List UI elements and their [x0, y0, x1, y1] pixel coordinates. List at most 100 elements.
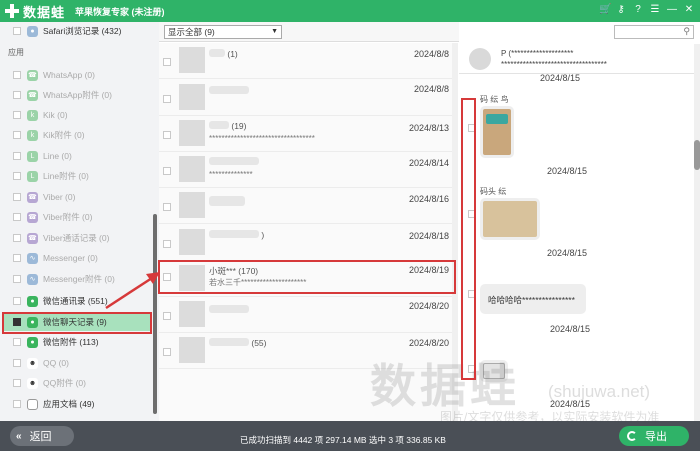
safari-icon: ●: [27, 25, 38, 37]
checkbox[interactable]: [163, 203, 171, 211]
title-bar: 数据蛙 苹果恢复专家 (未注册) 🛒 ⚷ ? ☰ — ✕: [0, 0, 700, 22]
checkbox[interactable]: [13, 71, 21, 79]
bottom-bar: « 返回 已成功扫描到 4442 项 297.14 MB 选中 3 项 336.…: [0, 421, 700, 451]
search-icon: ⚲: [683, 26, 690, 36]
sidebar-item-viber-attachments[interactable]: ☎ Viber附件 (0): [0, 208, 153, 226]
list-item[interactable]: 2024/8/20: [159, 297, 452, 333]
logo-plus-icon: [4, 3, 20, 19]
highlight-message-checkboxes: [461, 98, 476, 380]
search-input[interactable]: ⚲: [614, 25, 694, 39]
checkbox[interactable]: [13, 213, 21, 221]
image-message[interactable]: [480, 106, 514, 158]
checkbox[interactable]: [13, 359, 21, 367]
sidebar-item-wechat-attachments[interactable]: ● 微信附件 (113): [0, 333, 153, 351]
checkbox[interactable]: [163, 131, 171, 139]
whatsapp-icon: ☎: [27, 89, 38, 101]
avatar: [179, 229, 205, 255]
sidebar-item-qq-attachments[interactable]: ☻ QQ附件 (0): [0, 374, 153, 392]
sidebar-item-viber-calls[interactable]: ☎ Viber通话记录 (0): [0, 229, 153, 247]
avatar: [469, 48, 491, 70]
list-item[interactable]: (1) 2024/8/8: [159, 43, 452, 79]
checkbox[interactable]: [13, 338, 21, 346]
chat-scrollbar[interactable]: [694, 44, 700, 421]
line-icon: L: [27, 170, 38, 182]
whatsapp-icon: ☎: [27, 69, 38, 81]
sidebar-item-app-documents[interactable]: 应用文档 (49): [0, 395, 153, 413]
list-item[interactable]: 2024/8/16: [159, 188, 452, 224]
back-button[interactable]: « 返回: [10, 426, 74, 446]
menu-icon[interactable]: ☰: [650, 3, 660, 17]
text-message[interactable]: 哈哈哈哈****************: [480, 284, 586, 314]
checkbox[interactable]: [13, 172, 21, 180]
chat-header: P (******************** ****************…: [459, 44, 695, 74]
chat-scrollbar-thumb[interactable]: [694, 140, 700, 170]
checkbox[interactable]: [13, 275, 21, 283]
wechat-icon: ●: [27, 336, 38, 348]
export-icon: [627, 431, 637, 441]
sidebar-item-whatsapp-attachments[interactable]: ☎ WhatsApp附件 (0): [0, 86, 153, 104]
sidebar-item-line[interactable]: L Line (0): [0, 147, 153, 165]
sidebar-item-viber[interactable]: ☎ Viber (0): [0, 188, 153, 206]
checkbox[interactable]: [13, 152, 21, 160]
sidebar-item-kik[interactable]: k Kik (0): [0, 106, 153, 124]
sender-name: 码 纭 鸟: [480, 95, 509, 104]
sidebar-item-kik-attachments[interactable]: k Kik附件 (0): [0, 126, 153, 144]
checkbox[interactable]: [13, 193, 21, 201]
checkbox[interactable]: [13, 234, 21, 242]
avatar: [179, 156, 205, 182]
viber-icon: ☎: [27, 232, 38, 244]
message-date: 2024/8/15: [547, 166, 588, 176]
checkbox[interactable]: [13, 131, 21, 139]
export-button[interactable]: 导出: [619, 426, 689, 446]
section-label-apps: 应用: [8, 48, 24, 57]
messenger-icon: ∿: [27, 252, 38, 264]
checkbox[interactable]: [163, 240, 171, 248]
double-chevron-left-icon: «: [16, 430, 22, 442]
avatar: [179, 301, 205, 327]
sidebar-item-qq[interactable]: ☻ QQ (0): [0, 354, 153, 372]
sender-name: 码头 纭: [480, 187, 507, 196]
image-detail: [486, 114, 508, 124]
key-icon[interactable]: ⚷: [616, 3, 626, 17]
checkbox[interactable]: [13, 111, 21, 119]
viber-icon: ☎: [27, 191, 38, 203]
checkbox[interactable]: [163, 95, 171, 103]
window-controls: 🛒 ⚷ ? ☰ — ✕: [599, 3, 694, 17]
highlight-selected-chat: [158, 260, 456, 294]
avatar: [179, 47, 205, 73]
checkbox[interactable]: [13, 297, 21, 305]
app-logo: 数据蛙: [4, 2, 65, 21]
message-date: 2024/8/15: [547, 248, 588, 258]
checkbox[interactable]: [13, 379, 21, 387]
minimize-icon[interactable]: —: [667, 3, 677, 17]
help-icon[interactable]: ?: [633, 3, 643, 17]
kik-icon: k: [27, 109, 38, 121]
checkbox[interactable]: [163, 348, 171, 356]
close-icon[interactable]: ✕: [684, 3, 694, 17]
filter-dropdown[interactable]: 显示全部 (9) ▼: [164, 25, 282, 39]
checkbox[interactable]: [13, 254, 21, 262]
qq-icon: ☻: [27, 357, 38, 369]
list-item[interactable]: ) 2024/8/18: [159, 225, 452, 261]
cart-icon[interactable]: 🛒: [599, 3, 611, 17]
checkbox[interactable]: [163, 58, 171, 66]
sidebar-item-whatsapp[interactable]: ☎ WhatsApp (0): [0, 66, 153, 84]
line-icon: L: [27, 150, 38, 162]
checkbox[interactable]: [163, 167, 171, 175]
avatar: [179, 84, 205, 110]
checkbox[interactable]: [13, 400, 21, 408]
list-item[interactable]: 2024/8/8: [159, 80, 452, 116]
qq-icon: ☻: [27, 377, 38, 389]
app-title: 苹果恢复专家 (未注册): [75, 6, 165, 17]
image-thumbnail: [483, 201, 537, 237]
list-item[interactable]: (19) ********************************** …: [159, 116, 452, 152]
checkbox[interactable]: [13, 91, 21, 99]
message-date: 2024/8/15: [550, 324, 591, 334]
list-item[interactable]: ************** 2024/8/14: [159, 152, 452, 188]
image-message[interactable]: [480, 198, 540, 240]
messenger-icon: ∿: [27, 273, 38, 285]
sidebar-item-safari-history[interactable]: ● Safari浏览记录 (432): [0, 22, 153, 40]
sidebar-item-line-attachments[interactable]: L Line附件 (0): [0, 167, 153, 185]
checkbox[interactable]: [13, 27, 21, 35]
filter-bar: 显示全部 (9) ▼: [159, 22, 459, 42]
